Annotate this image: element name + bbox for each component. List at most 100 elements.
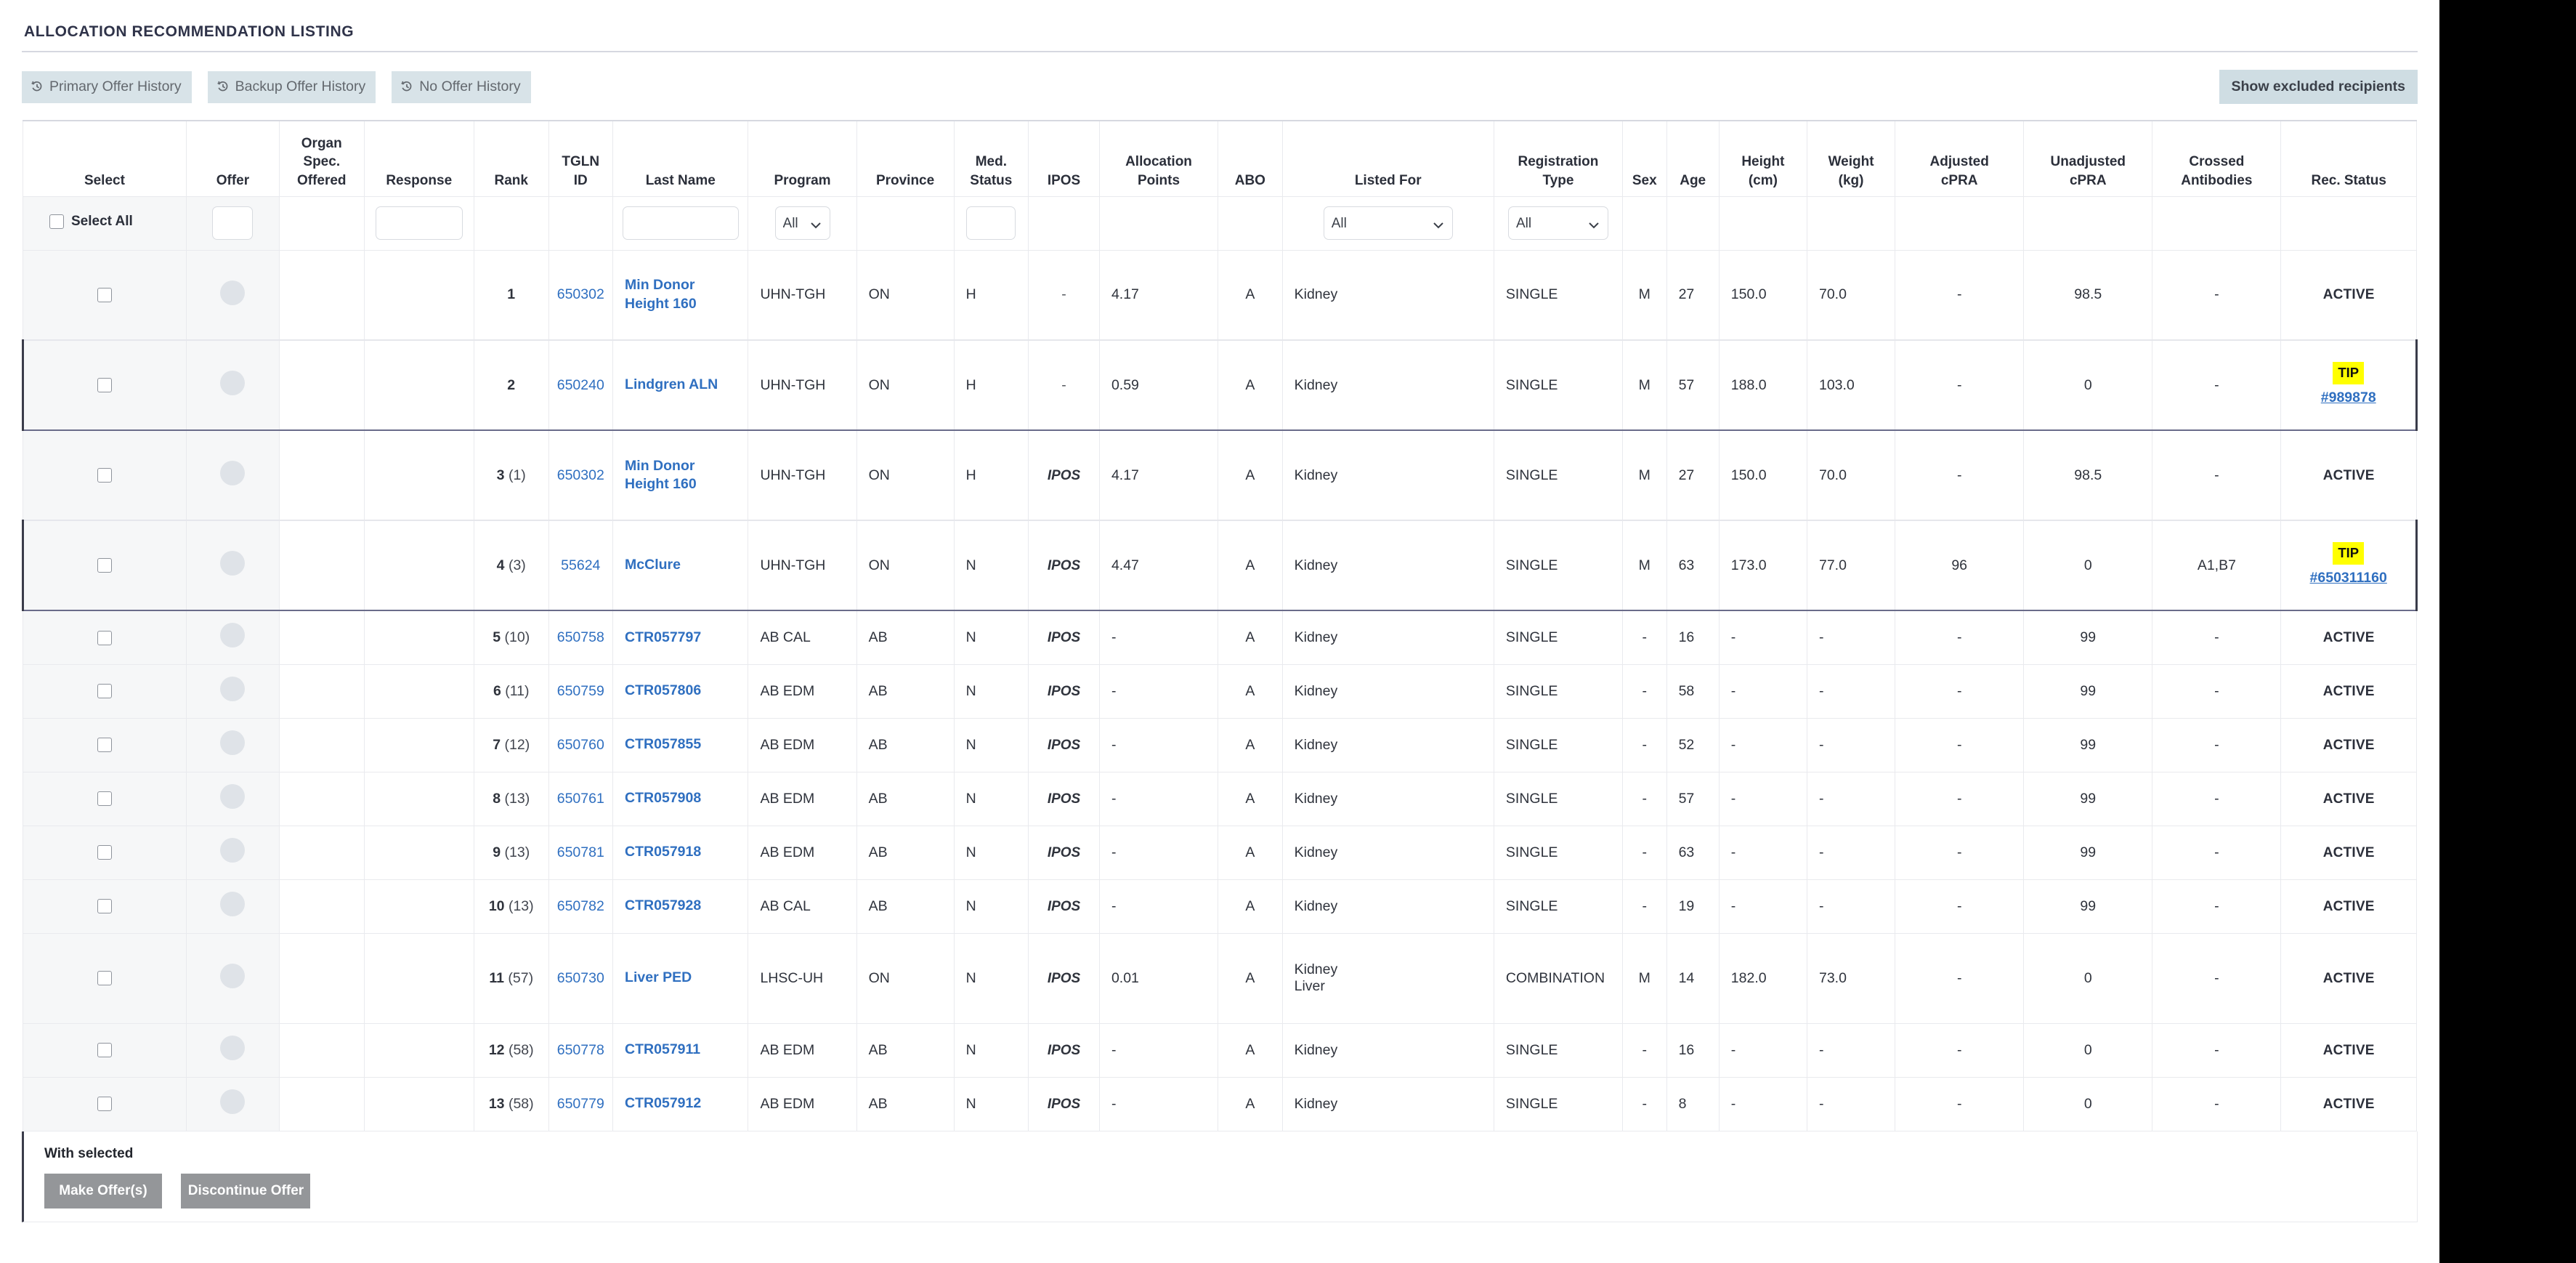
ipos-cell: IPOS bbox=[1029, 772, 1100, 826]
row-select-checkbox[interactable] bbox=[97, 899, 112, 913]
weight-cell: - bbox=[1807, 1077, 1895, 1131]
tip-number-link[interactable]: #989878 bbox=[2285, 387, 2411, 408]
weight-cell: 70.0 bbox=[1807, 430, 1895, 520]
rank-paren: (3) bbox=[509, 557, 526, 573]
offer-filter-input[interactable] bbox=[212, 206, 253, 240]
offer-circle-icon[interactable] bbox=[220, 892, 245, 916]
rec-status-filter-cell bbox=[2281, 196, 2417, 250]
offer-circle-icon[interactable] bbox=[220, 461, 245, 485]
last-name-link[interactable]: Min DonorHeight 160 bbox=[625, 457, 697, 494]
last-name-link[interactable]: McClure bbox=[625, 556, 681, 574]
tgln-id-link[interactable]: 650778 bbox=[557, 1042, 604, 1058]
rank-value: 9 bbox=[493, 844, 501, 860]
height-cell: 188.0 bbox=[1719, 340, 1807, 430]
offer-circle-icon[interactable] bbox=[220, 281, 245, 305]
tgln-id-link[interactable]: 650302 bbox=[557, 467, 604, 483]
row-select-checkbox[interactable] bbox=[97, 1043, 112, 1057]
last-name-link[interactable]: CTR057855 bbox=[625, 735, 701, 754]
last-name-link[interactable]: Lindgren ALN bbox=[625, 376, 718, 394]
adjusted-cpra-value: - bbox=[1957, 791, 1962, 807]
program-cell: AB EDM bbox=[748, 1077, 856, 1131]
abo-value: A bbox=[1245, 737, 1255, 753]
last-name-link[interactable]: Liver PED bbox=[625, 969, 692, 987]
offer-circle-icon[interactable] bbox=[220, 964, 245, 988]
last-name-link[interactable]: CTR057797 bbox=[625, 629, 701, 647]
tgln-id-link[interactable]: 650240 bbox=[557, 377, 604, 393]
backup-offer-history-button[interactable]: Backup Offer History bbox=[208, 71, 376, 103]
row-select-checkbox[interactable] bbox=[97, 791, 112, 806]
tip-number-link[interactable]: #650311160 bbox=[2285, 568, 2411, 588]
med-status-filter-input[interactable] bbox=[966, 206, 1016, 240]
tgln-id-link[interactable]: 650781 bbox=[557, 844, 604, 860]
tgln-id-cell: 650781 bbox=[548, 826, 613, 879]
last-name-link[interactable]: CTR057908 bbox=[625, 789, 701, 807]
col-allocation-points-l2: Points bbox=[1138, 173, 1180, 188]
tgln-id-link[interactable]: 650782 bbox=[557, 898, 604, 914]
rank-paren: (1) bbox=[509, 467, 526, 483]
program-value: LHSC-UH bbox=[760, 970, 823, 986]
offer-circle-icon[interactable] bbox=[220, 677, 245, 701]
last-name-link[interactable]: Min DonorHeight 160 bbox=[625, 276, 697, 313]
province-value: AB bbox=[869, 1042, 888, 1058]
row-select-checkbox[interactable] bbox=[97, 684, 112, 698]
last-name-link[interactable]: CTR057918 bbox=[625, 843, 701, 861]
no-offer-history-button[interactable]: No Offer History bbox=[392, 71, 530, 103]
response-filter-input[interactable] bbox=[376, 206, 463, 240]
rec-status-value: ACTIVE bbox=[2323, 630, 2375, 645]
row-select-checkbox[interactable] bbox=[97, 631, 112, 645]
row-select-checkbox[interactable] bbox=[97, 1097, 112, 1111]
offer-circle-icon[interactable] bbox=[220, 1089, 245, 1114]
tgln-id-link[interactable]: 55624 bbox=[561, 557, 600, 573]
row-select-checkbox[interactable] bbox=[97, 971, 112, 985]
offer-circle-icon[interactable] bbox=[220, 1036, 245, 1060]
offer-circle-icon[interactable] bbox=[220, 784, 245, 809]
make-offers-button[interactable]: Make Offer(s) bbox=[44, 1174, 162, 1208]
rank-cell: 13 (58) bbox=[474, 1077, 548, 1131]
select-all-checkbox[interactable] bbox=[49, 214, 64, 229]
unadjusted-cpra-value: 98.5 bbox=[2074, 286, 2102, 302]
offer-circle-icon[interactable] bbox=[220, 838, 245, 863]
last-name-filter-input[interactable] bbox=[623, 206, 739, 240]
organ-spec-offered-cell bbox=[280, 250, 365, 340]
row-select-checkbox[interactable] bbox=[97, 558, 112, 573]
offer-status-indicator bbox=[186, 933, 279, 1023]
no-offer-history-label: No Offer History bbox=[419, 78, 520, 95]
row-select-checkbox[interactable] bbox=[97, 468, 112, 483]
last-name-link[interactable]: CTR057806 bbox=[625, 682, 701, 700]
last-name-link[interactable]: CTR057911 bbox=[625, 1041, 700, 1059]
tgln-id-link[interactable]: 650758 bbox=[557, 629, 604, 645]
height-value: 150.0 bbox=[1731, 467, 1767, 483]
organ-spec-offered-cell bbox=[280, 772, 365, 826]
abo-cell: A bbox=[1218, 520, 1283, 610]
last-name-link[interactable]: CTR057912 bbox=[625, 1094, 701, 1113]
tgln-id-link[interactable]: 650759 bbox=[557, 683, 604, 699]
tgln-id-link[interactable]: 650761 bbox=[557, 791, 604, 807]
tgln-id-link[interactable]: 650302 bbox=[557, 286, 604, 302]
tgln-id-link[interactable]: 650779 bbox=[557, 1096, 604, 1112]
row-select-checkbox[interactable] bbox=[97, 845, 112, 860]
weight-cell: - bbox=[1807, 772, 1895, 826]
adjusted-cpra-cell: 96 bbox=[1895, 520, 2024, 610]
tgln-id-link[interactable]: 650730 bbox=[557, 970, 604, 986]
row-select-checkbox[interactable] bbox=[97, 378, 112, 392]
offer-circle-icon[interactable] bbox=[220, 371, 245, 395]
listed-for-filter-select[interactable]: All bbox=[1324, 206, 1453, 240]
select-all-label-wrap[interactable]: Select All bbox=[49, 214, 133, 230]
offer-circle-icon[interactable] bbox=[220, 623, 245, 647]
row-select-checkbox[interactable] bbox=[97, 288, 112, 302]
last-name-cell: CTR057918 bbox=[613, 826, 748, 879]
allocation-points-cell: - bbox=[1099, 1023, 1218, 1077]
discontinue-offer-button[interactable]: Discontinue Offer bbox=[181, 1174, 310, 1208]
row-select-checkbox[interactable] bbox=[97, 738, 112, 752]
offer-circle-icon[interactable] bbox=[220, 730, 245, 755]
registration-type-filter-select[interactable]: All bbox=[1508, 206, 1608, 240]
offer-circle-icon[interactable] bbox=[220, 551, 245, 576]
show-excluded-recipients-button[interactable]: Show excluded recipients bbox=[2219, 70, 2418, 104]
offer-filter-cell bbox=[186, 196, 279, 250]
primary-offer-history-button[interactable]: Primary Offer History bbox=[22, 71, 192, 103]
tgln-id-link[interactable]: 650760 bbox=[557, 737, 604, 753]
program-filter-select[interactable]: All bbox=[775, 206, 830, 240]
last-name-link[interactable]: CTR057928 bbox=[625, 897, 701, 915]
unadjusted-cpra-value: 0 bbox=[2084, 557, 2092, 573]
last-name-line1: CTR057855 bbox=[625, 736, 701, 752]
